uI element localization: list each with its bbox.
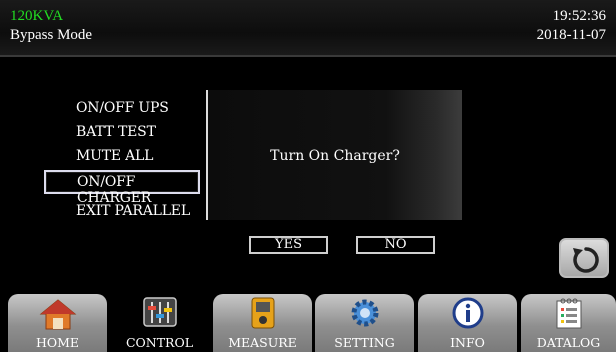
ups-screen: 120KVA Bypass Mode 19:52:36 2018-11-07 O… bbox=[0, 0, 616, 352]
status-header: 120KVA Bypass Mode 19:52:36 2018-11-07 bbox=[0, 0, 616, 57]
tab-home-label: HOME bbox=[35, 335, 80, 350]
bottom-nav: HOME CONTROL MEASURE SETTING INFO DATALO… bbox=[0, 294, 616, 352]
yes-button[interactable]: YES bbox=[249, 236, 328, 254]
menu-item-onoff-charger[interactable]: ON/OFF CHARGER bbox=[44, 170, 200, 206]
gear-icon bbox=[351, 299, 378, 327]
tab-datalog[interactable]: DATALOG bbox=[521, 294, 616, 352]
tab-info-label: INFO bbox=[450, 335, 485, 350]
tab-control-label: CONTROL bbox=[125, 335, 194, 350]
info-icon bbox=[452, 297, 483, 329]
tab-home[interactable]: HOME bbox=[8, 294, 107, 352]
dialog-message: Turn On Charger? bbox=[270, 148, 400, 164]
tab-datalog-label: DATALOG bbox=[536, 335, 601, 350]
menu-item-batt-test[interactable]: BATT TEST bbox=[76, 124, 156, 140]
no-button[interactable]: NO bbox=[356, 236, 435, 254]
menu-item-exit-parallel[interactable]: EXIT PARALLEL bbox=[76, 203, 190, 219]
confirm-dialog: Turn On Charger? bbox=[208, 90, 462, 220]
back-button[interactable] bbox=[559, 238, 609, 278]
log-icon bbox=[556, 298, 581, 329]
clock-date: 2018-11-07 bbox=[536, 27, 606, 43]
tab-measure[interactable]: MEASURE bbox=[213, 294, 312, 352]
sliders-icon bbox=[142, 297, 177, 327]
tab-setting-label: SETTING bbox=[334, 335, 395, 350]
model-label: 120KVA bbox=[10, 8, 64, 24]
tab-control[interactable]: CONTROL bbox=[111, 294, 208, 352]
tab-info[interactable]: INFO bbox=[418, 294, 517, 352]
meter-icon bbox=[251, 297, 274, 329]
refresh-icon bbox=[573, 247, 599, 273]
menu-item-onoff-ups[interactable]: ON/OFF UPS bbox=[76, 100, 169, 116]
mode-label: Bypass Mode bbox=[10, 27, 93, 43]
menu-item-mute-all[interactable]: MUTE ALL bbox=[76, 148, 153, 164]
home-icon bbox=[39, 299, 76, 330]
tab-setting[interactable]: SETTING bbox=[315, 294, 414, 352]
clock-time: 19:52:36 bbox=[552, 8, 606, 24]
tab-measure-label: MEASURE bbox=[228, 335, 297, 350]
